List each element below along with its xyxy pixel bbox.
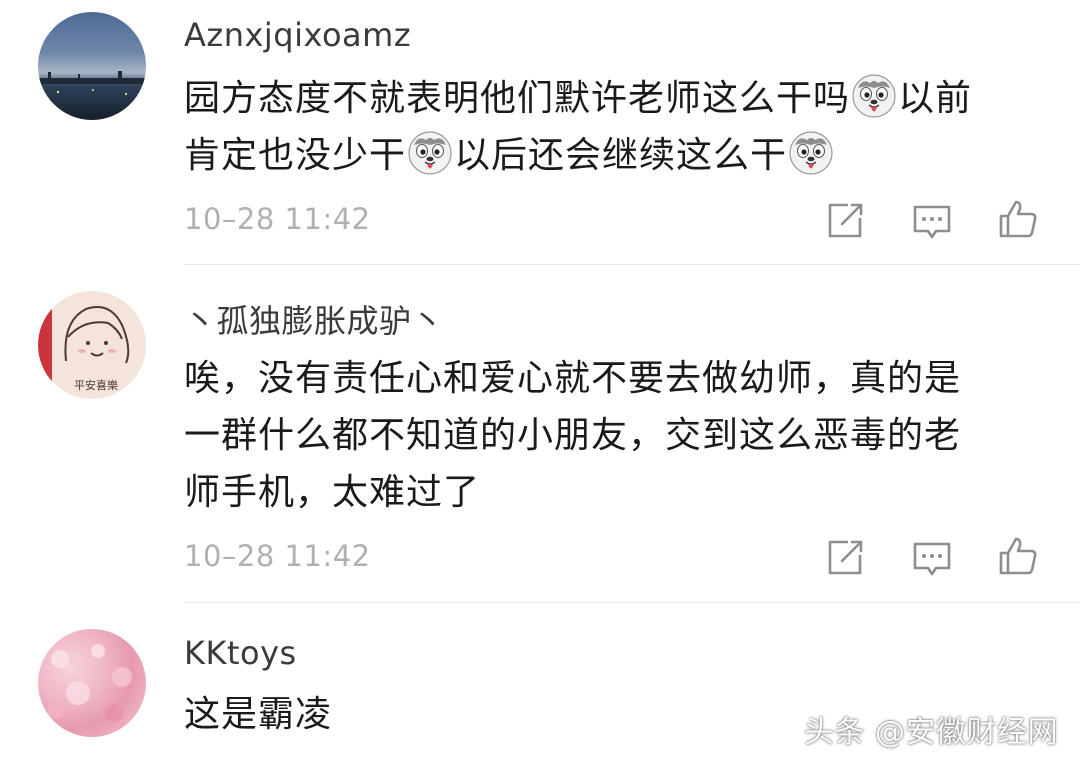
divider [184, 264, 1080, 265]
username[interactable]: Aznxjqixoamz [184, 16, 411, 54]
thumbs-up-icon[interactable] [997, 535, 1039, 577]
watermark: 头条 @安徽财经网 [803, 715, 1058, 750]
comment-icon[interactable] [911, 201, 953, 243]
username[interactable]: 丶孤独膨胀成驴丶 [184, 296, 444, 342]
thumbs-up-icon[interactable] [997, 198, 1039, 240]
comment-text: 唉，没有责任心和爱心就不要去做幼师，真的是 一群什么都不知道的小朋友，交到这么恶… [184, 350, 1044, 521]
avatar[interactable] [38, 12, 146, 120]
comment-text-line: 师手机，太难过了 [184, 472, 481, 513]
husky-dog-emoji [852, 74, 896, 118]
comment-timestamp: 10–28 11:42 [184, 202, 371, 236]
comment-text-line: 一群什么都不知道的小朋友，交到这么恶毒的老 [184, 415, 962, 456]
comment-timestamp: 10–28 11:42 [184, 539, 371, 573]
comment-text-line: 肯定也没少干 [184, 135, 407, 176]
husky-dog-emoji [789, 131, 833, 175]
avatar[interactable] [38, 629, 146, 737]
comment-text-line: 以后还会继续这么干 [454, 135, 788, 176]
comment-icon[interactable] [911, 538, 953, 580]
comment-text-line: 唉，没有责任心和爱心就不要去做幼师，真的是 [184, 358, 962, 399]
comment-text-line: 以前 [898, 78, 973, 119]
avatar[interactable]: 平安喜樂 [38, 291, 146, 399]
comment-text: 园方态度不就表明他们默许老师这么干吗 以前 肯定也没少干 以后还会继续这么干 [184, 70, 1044, 184]
username[interactable]: KKtoys [184, 634, 297, 672]
share-icon[interactable] [824, 200, 866, 242]
divider [184, 602, 1080, 603]
comment-text-line: 园方态度不就表明他们默许老师这么干吗 [184, 78, 851, 119]
share-icon[interactable] [824, 537, 866, 579]
husky-dog-emoji [408, 131, 452, 175]
avatar-stamp-text: 平安喜樂 [74, 378, 118, 392]
